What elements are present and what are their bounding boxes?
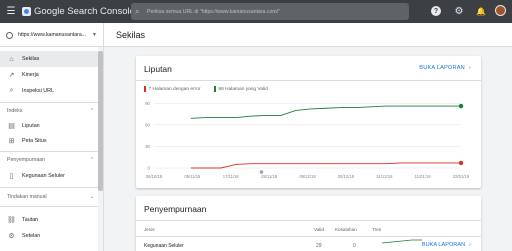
sidebar-item-label: Liputan	[22, 123, 40, 129]
x-tick-label: 09/12/18	[299, 174, 316, 179]
coverage-card-title: Liputan	[144, 64, 172, 74]
y-tick-label: 0	[148, 166, 151, 171]
sidebar-item-liputan[interactable]: ▤ Liputan	[0, 118, 98, 134]
open-report-label: BUKA LAPORAN	[421, 242, 466, 248]
sidebar-item-kegunaan-seluler[interactable]: ▯ Kegunaan Seluler	[0, 168, 98, 184]
series-endpoint-error	[458, 160, 464, 166]
x-tick-label: 22/01/19	[453, 174, 470, 179]
section-penyempurnaan[interactable]: Penyempurnaan	[7, 157, 45, 163]
sidebar-item-kinerja[interactable]: ↗ Kinerja	[0, 67, 98, 83]
expand-caret-icon[interactable]: ⌄	[90, 194, 94, 200]
column-header-valid: Valid	[314, 227, 324, 232]
sparkline-valid	[382, 239, 422, 244]
sidebar-item-label: Kegunaan Seluler	[22, 173, 65, 179]
x-tick-label: 31/12/18	[376, 174, 393, 179]
app-title: Google Search Console	[34, 6, 135, 17]
sidebar-item-label: Setelan	[22, 233, 41, 239]
legend-error-label: 7 Halaman dengan error	[148, 86, 201, 92]
x-tick-label: 05/11/18	[184, 174, 201, 179]
series-line-error	[190, 162, 461, 169]
open-coverage-report-link[interactable]: BUKA LAPORAN ›	[419, 65, 471, 71]
x-tick-label: 17/11/18	[223, 174, 240, 179]
series-endpoint-valid	[458, 103, 464, 109]
column-header-jenis: Jenis	[144, 227, 155, 232]
property-bar: https://www.kamanusantara... ▼ Sekilas	[0, 23, 512, 47]
gear-icon: ⚙	[8, 233, 15, 240]
sidebar-scroll-thumb[interactable]	[98, 51, 103, 191]
sitemap-icon: ⊞	[8, 138, 15, 145]
sidebar-item-label: Tautan	[22, 217, 39, 223]
chevron-right-icon: ›	[468, 65, 471, 71]
trend-sparkline	[382, 239, 422, 244]
legend-valid-label: 86 Halaman yang Valid	[218, 86, 268, 92]
sidebar-divider	[0, 187, 98, 188]
sidebar-item-tautan[interactable]: ⛓ Tautan	[0, 212, 98, 228]
menu-icon[interactable]: ☰	[0, 0, 22, 23]
property-url: https://www.kamanusantara...	[18, 32, 87, 38]
card-divider	[136, 80, 481, 81]
trend-icon: ↗	[8, 72, 15, 79]
coverage-card: Liputan BUKA LAPORAN › 7 Halaman dengan …	[136, 56, 481, 188]
settings-gear-icon[interactable]: ⚙	[454, 6, 464, 17]
card-divider	[136, 220, 481, 221]
enhancement-error-count: 0	[353, 243, 356, 249]
link-icon: ⛓	[7, 217, 16, 224]
enhancement-type: Kegunaan Seluler	[144, 243, 184, 249]
property-selector[interactable]: https://www.kamanusantara... ▼	[0, 23, 104, 47]
x-tick-label: 11/01/19	[415, 174, 432, 179]
x-tick-label: 26/10/18	[146, 174, 163, 179]
annotation-marker[interactable]	[259, 170, 264, 174]
search-icon: ⌕	[135, 6, 140, 16]
enhancement-valid-count: 29	[316, 243, 322, 249]
mobile-icon: ▯	[9, 173, 14, 180]
sidebar-divider	[0, 151, 98, 152]
search-icon: ⌕	[9, 87, 14, 94]
y-tick-label: 60	[145, 122, 150, 127]
section-indeks[interactable]: Indeks	[7, 108, 22, 114]
globe-icon	[6, 31, 13, 39]
y-tick-label: 90	[145, 101, 150, 106]
open-report-label: BUKA LAPORAN	[419, 65, 465, 71]
dropdown-caret-icon: ▼	[92, 32, 97, 38]
column-header-tren: Tren	[372, 227, 382, 232]
coverage-icon: ▤	[8, 123, 15, 130]
page-title: Sekilas	[116, 30, 146, 40]
sidebar-item-label: Sekilas	[22, 56, 40, 62]
sidebar-divider	[0, 206, 98, 207]
sidebar-item-label: Inspeksi URL	[22, 88, 55, 94]
x-tick-label: 28/11/18	[261, 174, 278, 179]
sidebar-item-inspeksi-url[interactable]: ⌕ Inspeksi URL	[0, 83, 98, 99]
notifications-bell-icon[interactable]: 🔔	[476, 6, 486, 16]
sidebar-item-sekilas[interactable]: ⌂ Sekilas	[0, 51, 98, 67]
section-tindakan-manual[interactable]: Tindakan manual	[7, 194, 47, 200]
search-placeholder: Periksa semua URL di "https://www.kamanu…	[147, 8, 280, 15]
collapse-caret-icon[interactable]: ⌃	[90, 157, 94, 163]
avatar[interactable]	[495, 5, 506, 16]
top-bar: ☰ Google Search Console ⌕ Periksa semua …	[0, 0, 512, 23]
enhancement-card-title: Penyempurnaan	[144, 204, 207, 214]
url-inspect-search[interactable]: ⌕ Periksa semua URL di "https://www.kama…	[131, 3, 409, 20]
collapse-caret-icon[interactable]: ⌃	[90, 108, 94, 114]
sidebar-item-peta-situs[interactable]: ⊞ Peta Situs	[0, 133, 98, 149]
sidebar-item-label: Kinerja	[22, 72, 39, 78]
series-line-valid	[190, 105, 461, 119]
column-header-kesalahan: Kesalahan	[335, 227, 357, 232]
home-icon: ⌂	[9, 55, 14, 63]
table-row-divider	[136, 236, 481, 237]
coverage-chart[interactable]: 0 30 60 90 26/10/18 05/11/18 17/11/18 28/11/18 0…	[136, 92, 481, 188]
help-icon[interactable]: ?	[431, 6, 441, 16]
sidebar-divider	[0, 102, 98, 103]
sidebar-item-setelan[interactable]: ⚙ Setelan	[0, 228, 98, 244]
chevron-right-icon: ›	[469, 242, 471, 248]
search-console-logo-icon	[22, 7, 31, 16]
enhancement-card: Penyempurnaan Jenis Valid Kesalahan Tren…	[136, 196, 481, 251]
x-tick-label: 20/12/18	[338, 174, 355, 179]
sidebar: ⌂ Sekilas ↗ Kinerja ⌕ Inspeksi URL Indek…	[0, 47, 104, 251]
open-enhancement-report-link[interactable]: BUKA LAPORAN ›	[422, 242, 471, 248]
y-tick-label: 30	[145, 144, 150, 149]
app-logo[interactable]: Google Search Console	[22, 6, 135, 17]
sidebar-item-label: Peta Situs	[22, 138, 47, 144]
